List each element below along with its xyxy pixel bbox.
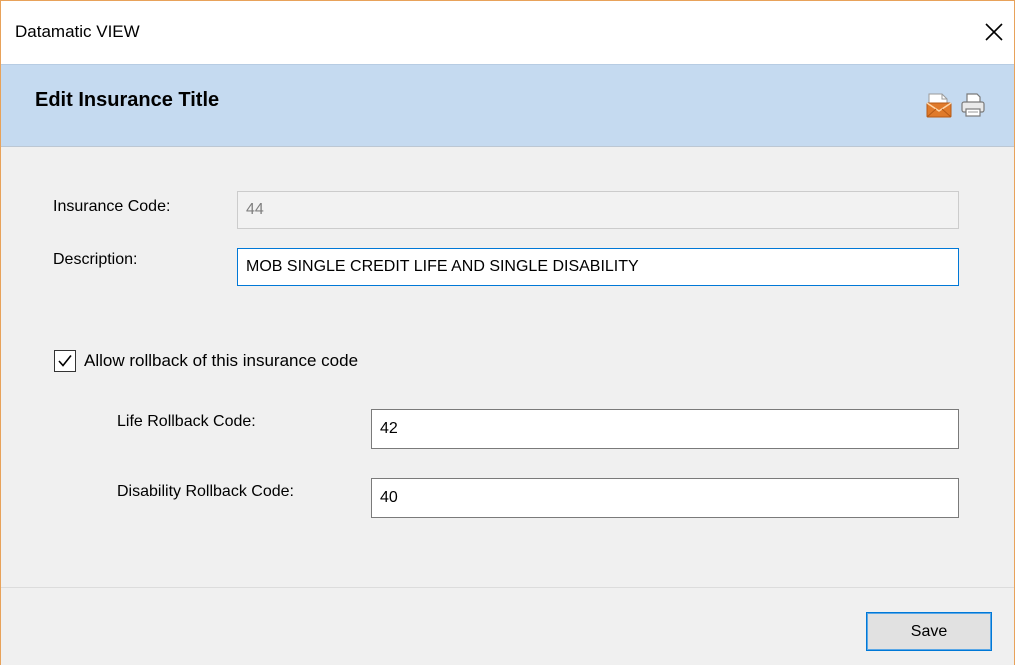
life-rollback-code-field[interactable] bbox=[371, 409, 959, 449]
dialog-title: Edit Insurance Title bbox=[35, 89, 220, 111]
disability-rollback-code-field[interactable] bbox=[371, 478, 959, 518]
dialog-header: Edit Insurance Title bbox=[1, 64, 1014, 147]
email-icon bbox=[926, 93, 952, 118]
allow-rollback-label[interactable]: Allow rollback of this insurance code bbox=[84, 351, 358, 371]
email-button[interactable] bbox=[925, 91, 953, 119]
life-rollback-code-label: Life Rollback Code: bbox=[117, 413, 256, 430]
insurance-code-field[interactable] bbox=[237, 191, 959, 229]
disability-rollback-code-label: Disability Rollback Code: bbox=[117, 483, 294, 500]
description-label: Description: bbox=[53, 251, 138, 268]
allow-rollback-checkbox[interactable] bbox=[54, 350, 76, 372]
window-title: Datamatic VIEW bbox=[15, 22, 140, 41]
print-icon bbox=[961, 93, 985, 117]
close-button[interactable] bbox=[977, 15, 1011, 49]
insurance-code-label: Insurance Code: bbox=[53, 198, 171, 215]
print-button[interactable] bbox=[959, 91, 987, 119]
close-icon bbox=[985, 23, 1003, 41]
dialog-footer bbox=[1, 587, 1014, 665]
checkmark-icon bbox=[58, 355, 72, 367]
description-field[interactable] bbox=[237, 248, 959, 286]
save-button[interactable]: Save bbox=[866, 612, 992, 651]
dialog-window: Datamatic VIEW Edit Insurance Title Insu… bbox=[0, 0, 1015, 665]
window-titlebar: Datamatic VIEW bbox=[1, 1, 1014, 63]
